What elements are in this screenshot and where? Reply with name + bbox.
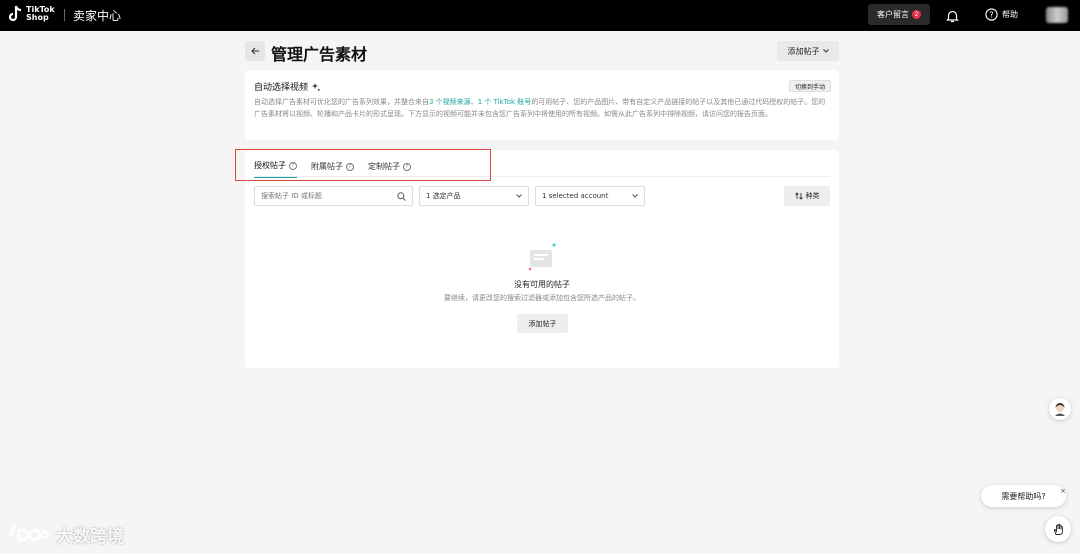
watermark: 大数跨境 [8, 522, 124, 547]
help-bubble-close-button[interactable]: × [1060, 487, 1066, 495]
tiktok-account-link[interactable]: 1 个 TikTok 账号 [478, 98, 532, 106]
seller-center-label: 卖家中心 [73, 9, 122, 23]
posts-card: 授权帖子 ? 附属帖子 ? 定制帖子 ? 1 选定产品 1 selected a… [245, 150, 839, 368]
top-navigation-bar: TikTok Shop 卖家中心 客户留言 2 ? 帮助 [0, 0, 1080, 31]
waving-hand-icon [1053, 523, 1063, 535]
empty-state-title: 没有可用的帖子 [514, 280, 570, 289]
tiktok-logo-icon [9, 5, 22, 22]
auto-select-title: 自动选择视频 [254, 83, 309, 93]
need-help-bubble[interactable]: 需要帮助吗? [981, 485, 1066, 507]
auto-select-card: 自动选择视频 切换到手动 自动选择广告素材可优化您的广告系列效果，并整合来自3 … [245, 70, 839, 140]
sort-label: 种类 [805, 192, 820, 200]
video-sources-link[interactable]: 3 个视频来源 [429, 98, 471, 106]
chevron-down-icon [632, 194, 638, 198]
product-select-value: 1 选定产品 [426, 192, 461, 200]
watermark-logo-icon [9, 525, 49, 541]
watermark-text: 大数跨境 [56, 527, 124, 547]
chevron-down-icon [822, 49, 829, 53]
customer-message-label: 客户留言 [877, 10, 909, 19]
customer-message-button[interactable]: 客户留言 2 [868, 4, 930, 25]
add-post-label: 添加帖子 [787, 46, 820, 56]
sort-button[interactable]: 种类 [784, 186, 830, 206]
user-avatar[interactable] [1046, 7, 1068, 23]
agent-face-icon [1055, 403, 1065, 416]
back-button[interactable] [245, 41, 265, 61]
add-post-dropdown-button[interactable]: 添加帖子 [777, 41, 839, 61]
add-post-button[interactable]: 添加帖子 [517, 314, 568, 333]
help-button[interactable]: ? 帮助 [985, 8, 1018, 21]
chevron-down-icon [516, 194, 522, 198]
empty-posts-illustration-icon [528, 243, 556, 271]
empty-state-description: 要继续，请更改您的搜索过滤器或添加包含您所选产品的帖子。 [444, 294, 640, 302]
customer-message-badge: 2 [912, 10, 921, 19]
auto-select-description: 自动选择广告素材可优化您的广告系列效果，并整合来自3 个视频来源、1 个 Tik… [254, 98, 826, 118]
search-box[interactable] [254, 186, 413, 206]
tiktok-shop-logo[interactable]: TikTok Shop [9, 5, 55, 23]
product-select[interactable]: 1 选定产品 [419, 186, 529, 206]
search-input[interactable] [261, 192, 381, 200]
account-select-value: 1 selected account [542, 192, 609, 200]
help-widget-button[interactable] [1045, 516, 1071, 542]
divider [64, 9, 65, 21]
switch-to-manual-button[interactable]: 切换到手动 [788, 80, 831, 92]
search-icon[interactable] [397, 191, 406, 201]
tabs-highlight-annotation [235, 149, 491, 181]
help-label: 帮助 [1002, 10, 1018, 19]
account-select[interactable]: 1 selected account [535, 186, 645, 206]
logo-line-shop: Shop [26, 13, 49, 22]
support-agent-avatar[interactable] [1049, 398, 1071, 420]
sort-icon [794, 192, 803, 200]
bell-icon[interactable] [946, 8, 959, 27]
page-title: 管理广告素材 [271, 45, 368, 64]
help-icon: ? [985, 8, 998, 21]
arrow-left-icon [250, 47, 259, 55]
sparkle-icon [312, 82, 320, 91]
svg-text:?: ? [989, 10, 993, 19]
